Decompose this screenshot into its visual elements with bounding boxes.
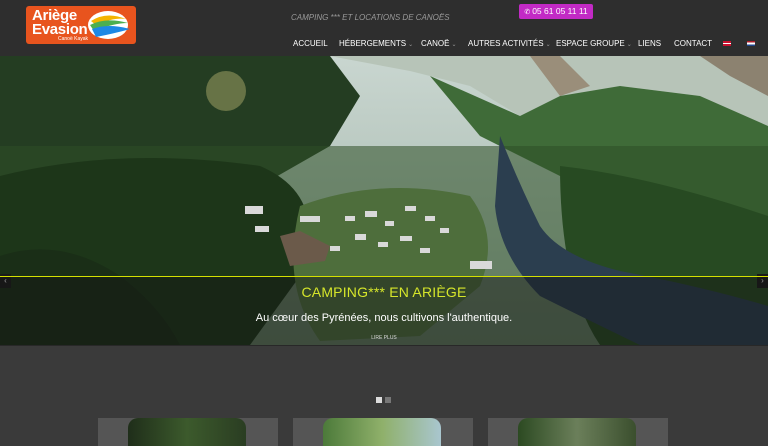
chevron-down-icon: ⌄: [545, 42, 551, 48]
slider-dot-active[interactable]: [376, 397, 382, 403]
chevron-down-icon: ⌄: [451, 42, 457, 48]
hero-title: CAMPING*** EN ARIÈGE: [301, 284, 467, 300]
logo-line-3: Canoë Kayak: [58, 36, 89, 42]
nav-item-hebergements[interactable]: HÉBERGEMENTS ⌄: [339, 38, 413, 51]
chevron-down-icon: ⌄: [408, 42, 414, 48]
feature-card-image: [128, 418, 246, 446]
feature-card-image: [518, 418, 636, 446]
nav-item-espace-groupe[interactable]: ESPACE GROUPE ⌄: [556, 38, 632, 51]
feature-card[interactable]: [488, 418, 668, 446]
phone-number: 05 61 05 11 11: [532, 6, 588, 16]
nav-label: ESPACE GROUPE: [556, 39, 625, 48]
feature-card[interactable]: [293, 418, 473, 446]
slider-dot[interactable]: [385, 397, 391, 403]
nav-label: CANOË: [421, 39, 450, 48]
site-tagline: CAMPING *** ET LOCATIONS DE CANOËS: [291, 13, 450, 22]
nav-item-canoe[interactable]: CANOË ⌄: [421, 38, 456, 51]
chevron-down-icon: ⌄: [626, 42, 632, 48]
read-more-link[interactable]: LIRE PLUS: [0, 335, 768, 341]
nav-item-liens[interactable]: LIENS: [638, 38, 661, 50]
logo-line-2: Evasion: [32, 21, 88, 38]
nav-item-autres-activites[interactable]: AUTRES ACTIVITÉS ⌄: [468, 38, 551, 51]
nav-label: AUTRES ACTIVITÉS: [468, 39, 544, 48]
nav-label: ACCUEIL: [293, 39, 328, 48]
logo-swirl-icon: [88, 11, 130, 39]
phone-button[interactable]: ✆ 05 61 05 11 11: [519, 4, 593, 19]
phone-icon: ✆: [524, 9, 531, 16]
feature-card-image: [323, 418, 441, 446]
nav-label: HÉBERGEMENTS: [339, 39, 407, 48]
flag-uk-icon[interactable]: [723, 41, 731, 46]
nav-label: CONTACT: [674, 39, 713, 48]
site-logo[interactable]: Ariège Evasion Canoë Kayak: [26, 6, 136, 44]
nav-item-contact[interactable]: CONTACT: [674, 38, 712, 50]
site-header: Ariège Evasion Canoë Kayak CAMPING *** E…: [0, 0, 768, 56]
nav-item-accueil[interactable]: ACCUEIL: [293, 38, 328, 50]
flag-nl-icon[interactable]: [747, 41, 755, 46]
feature-card[interactable]: [98, 418, 278, 446]
hero-subtitle: Au cœur des Pyrénées, nous cultivons l'a…: [255, 312, 513, 324]
nav-label: LIENS: [638, 39, 662, 48]
